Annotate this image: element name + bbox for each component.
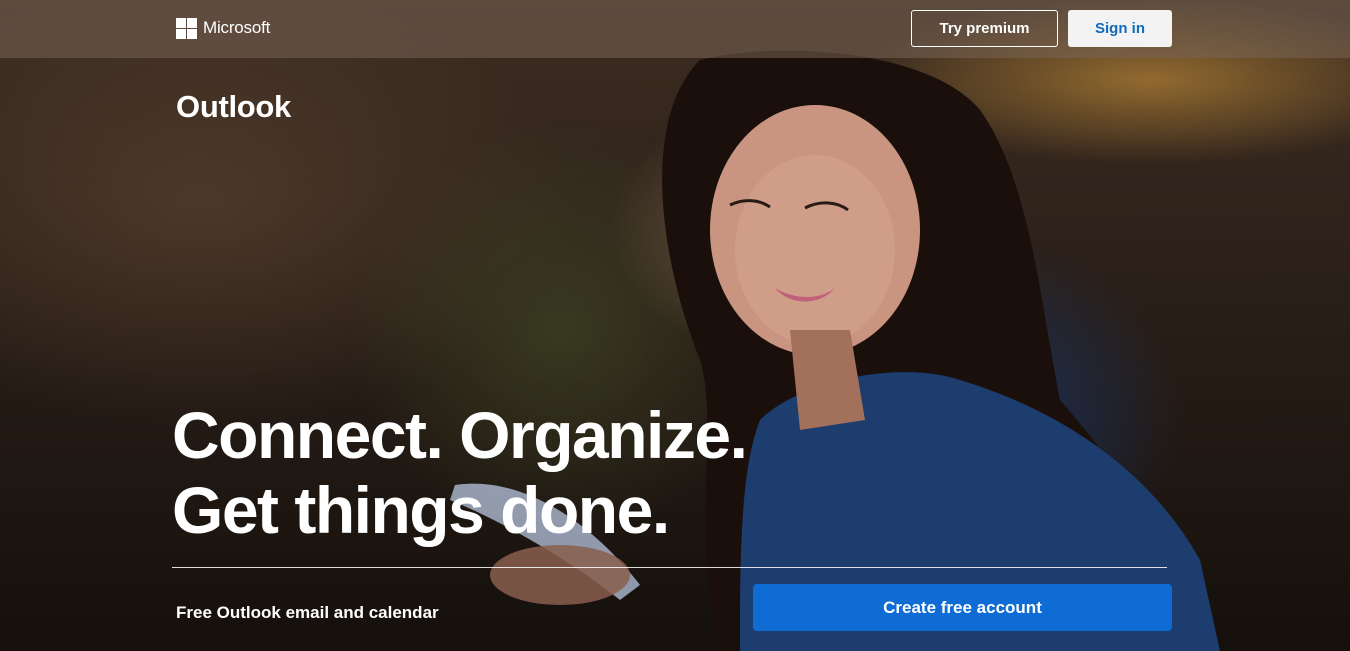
- create-free-account-button[interactable]: Create free account: [753, 584, 1172, 631]
- hero-headline: Connect. Organize. Get things done.: [172, 398, 748, 548]
- hero-section: Microsoft Try premium Sign in Outlook Co…: [0, 0, 1350, 651]
- try-premium-button[interactable]: Try premium: [911, 10, 1058, 47]
- headline-line-1: Connect. Organize.: [172, 398, 748, 472]
- hero-divider: [172, 567, 1167, 568]
- microsoft-logo-text: Microsoft: [203, 18, 271, 37]
- product-title: Outlook: [176, 89, 291, 124]
- microsoft-logo[interactable]: Microsoft: [176, 17, 270, 39]
- hero-tagline: Free Outlook email and calendar: [176, 603, 439, 622]
- headline-line-2: Get things done.: [172, 473, 670, 547]
- sign-in-button[interactable]: Sign in: [1068, 10, 1172, 47]
- top-navigation-bar: Microsoft Try premium Sign in: [0, 0, 1350, 58]
- microsoft-logo-icon: [176, 17, 197, 39]
